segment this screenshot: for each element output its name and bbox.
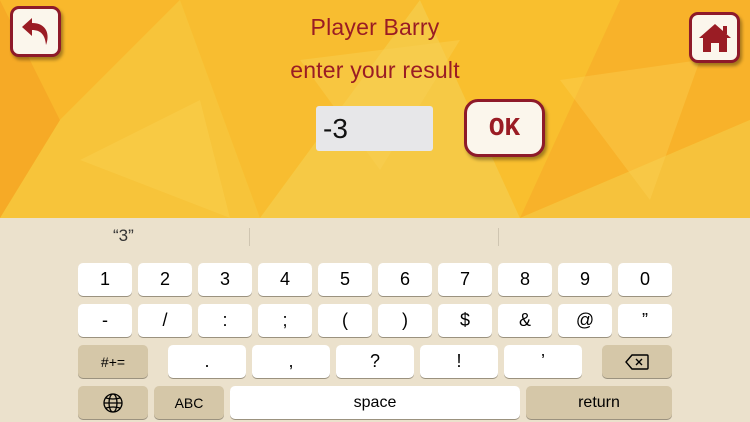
prompt-heading: enter your result xyxy=(290,57,460,83)
key-5[interactable]: 5 xyxy=(318,263,372,296)
key-hyphen[interactable]: - xyxy=(78,304,132,337)
key-6[interactable]: 6 xyxy=(378,263,432,296)
globe-icon xyxy=(103,392,123,413)
key-quote[interactable]: ” xyxy=(618,304,672,337)
suggestion-divider xyxy=(498,228,499,246)
key-dollar[interactable]: $ xyxy=(438,304,492,337)
player-name-heading: Player Barry xyxy=(310,14,440,40)
key-1[interactable]: 1 xyxy=(78,263,132,296)
suggestion-1[interactable]: “3” xyxy=(113,226,134,246)
key-3[interactable]: 3 xyxy=(198,263,252,296)
key-9[interactable]: 9 xyxy=(558,263,612,296)
suggestion-bar: “3” xyxy=(0,218,750,256)
key-colon[interactable]: : xyxy=(198,304,252,337)
key-open-paren[interactable]: ( xyxy=(318,304,372,337)
key-8[interactable]: 8 xyxy=(498,263,552,296)
key-delete[interactable] xyxy=(602,345,672,378)
suggestion-divider xyxy=(249,228,250,246)
ok-button[interactable]: OK xyxy=(464,99,545,157)
backspace-icon xyxy=(625,353,649,370)
key-space[interactable]: space xyxy=(230,386,520,419)
key-apostrophe[interactable]: ’ xyxy=(504,345,582,378)
key-question[interactable]: ? xyxy=(336,345,414,378)
key-comma[interactable]: , xyxy=(252,345,330,378)
key-ampersand[interactable]: & xyxy=(498,304,552,337)
key-slash[interactable]: / xyxy=(138,304,192,337)
on-screen-keyboard: “3” 1 2 3 4 5 6 7 8 9 0 - / : ; ( ) $ & … xyxy=(0,218,750,422)
key-exclamation[interactable]: ! xyxy=(420,345,498,378)
key-abc[interactable]: ABC xyxy=(154,386,224,419)
key-period[interactable]: . xyxy=(168,345,246,378)
key-at[interactable]: @ xyxy=(558,304,612,337)
key-4[interactable]: 4 xyxy=(258,263,312,296)
key-7[interactable]: 7 xyxy=(438,263,492,296)
key-semicolon[interactable]: ; xyxy=(258,304,312,337)
result-input[interactable]: -3 xyxy=(316,106,433,151)
key-more-symbols[interactable]: #+= xyxy=(78,345,148,378)
key-globe[interactable] xyxy=(78,386,148,419)
key-return[interactable]: return xyxy=(526,386,672,419)
key-close-paren[interactable]: ) xyxy=(378,304,432,337)
game-screen: Player Barry enter your result -3 OK xyxy=(0,0,750,218)
key-0[interactable]: 0 xyxy=(618,263,672,296)
key-2[interactable]: 2 xyxy=(138,263,192,296)
